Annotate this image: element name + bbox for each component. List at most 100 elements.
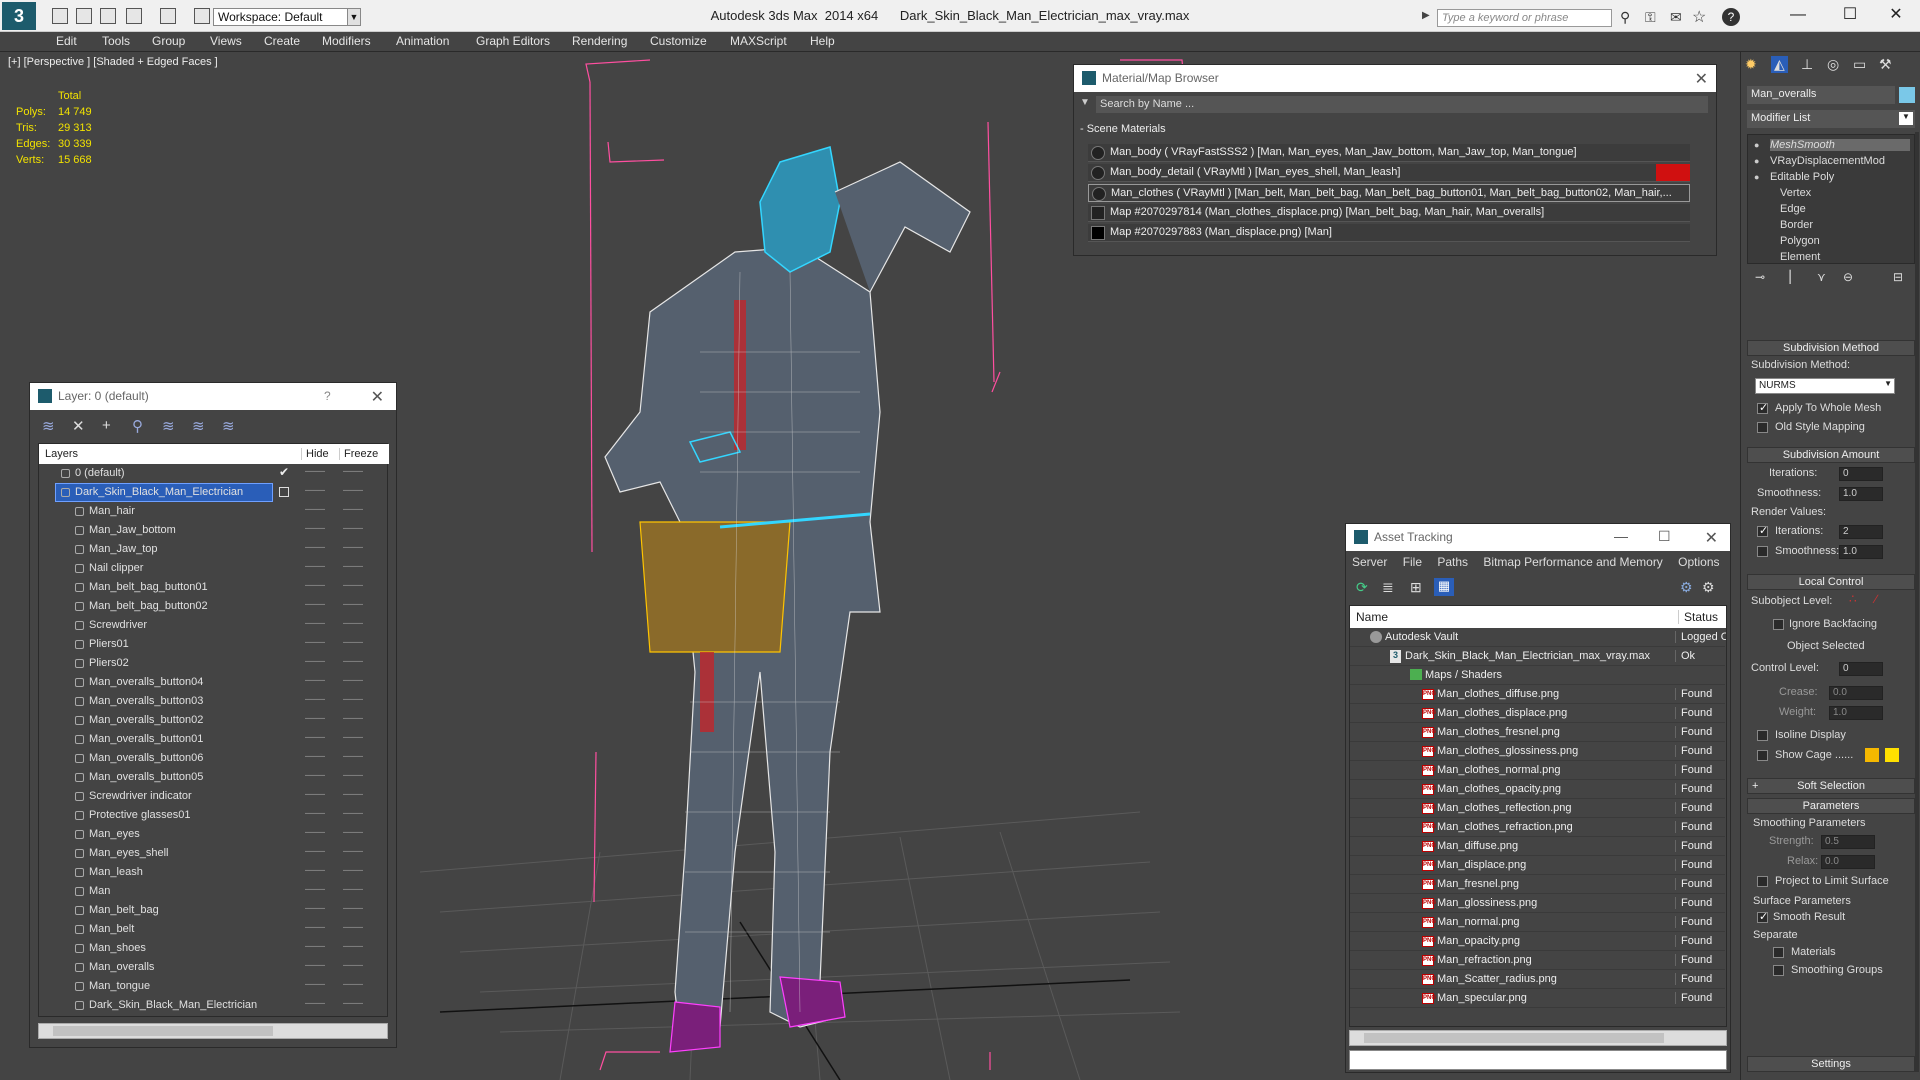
edge-level-icon[interactable]: ∕ bbox=[1875, 592, 1877, 606]
hide-toggle[interactable]: —— bbox=[305, 732, 325, 743]
asset-row[interactable]: PNG Man_clothes_fresnel.png Found bbox=[1350, 723, 1725, 742]
binoculars-icon[interactable]: ⚲ bbox=[1620, 9, 1630, 26]
object-name-field[interactable]: Man_overalls bbox=[1747, 86, 1895, 104]
scroll-thumb[interactable] bbox=[1364, 1033, 1664, 1043]
asset-row[interactable]: PNG Man_normal.png Found bbox=[1350, 913, 1725, 932]
hide-toggle[interactable]: —— bbox=[305, 675, 325, 686]
menu-modifiers[interactable]: Modifiers bbox=[322, 34, 371, 48]
command-panel-scrollbar[interactable] bbox=[1915, 132, 1919, 1072]
isoline-display-checkbox[interactable] bbox=[1757, 730, 1768, 741]
scroll-thumb[interactable] bbox=[53, 1026, 273, 1036]
asset-row[interactable]: PNG Man_refraction.png Found bbox=[1350, 951, 1725, 970]
layer-row[interactable]: Man_overalls_button03 —— —— bbox=[39, 692, 383, 711]
communication-icon[interactable]: ✉ bbox=[1670, 9, 1682, 26]
crease-spinner[interactable]: 0.0 bbox=[1829, 686, 1883, 700]
asset-row[interactable]: PNG Man_clothes_diffuse.png Found bbox=[1350, 685, 1725, 704]
make-unique-icon[interactable]: ⋎ bbox=[1817, 270, 1826, 284]
render-iterations-checkbox[interactable] bbox=[1757, 524, 1768, 537]
menu-edit[interactable]: Edit bbox=[56, 34, 77, 48]
minimize-button[interactable]: — bbox=[1778, 4, 1818, 26]
freeze-toggle[interactable]: —— bbox=[343, 466, 363, 477]
hide-toggle[interactable]: —— bbox=[305, 618, 325, 629]
relax-spinner[interactable]: 0.0 bbox=[1821, 855, 1875, 869]
freeze-toggle[interactable]: —— bbox=[343, 732, 363, 743]
menu-options[interactable]: Options bbox=[1678, 555, 1719, 569]
hide-toggle[interactable]: —— bbox=[305, 884, 325, 895]
layer-row[interactable]: Dark_Skin_Black_Man_Electrician —— —— bbox=[39, 996, 383, 1015]
active-layer-check-icon[interactable]: ✔ bbox=[279, 465, 289, 479]
layer-row[interactable]: Dark_Skin_Black_Man_Electrician —— —— bbox=[39, 483, 383, 502]
vertex-level-icon[interactable]: ∴ bbox=[1849, 592, 1857, 606]
freeze-toggle[interactable]: —— bbox=[343, 713, 363, 724]
modifier-stack-item[interactable]: Vertex bbox=[1780, 187, 1811, 199]
layer-row[interactable]: Man_Jaw_top —— —— bbox=[39, 540, 383, 559]
freeze-toggle[interactable]: —— bbox=[343, 808, 363, 819]
asset-scrollbar[interactable] bbox=[1349, 1030, 1727, 1046]
separate-smoothing-groups-checkbox[interactable] bbox=[1773, 965, 1784, 976]
ignore-backfacing-checkbox[interactable] bbox=[1773, 619, 1784, 630]
layer-row[interactable]: Man_overalls_button06 —— —— bbox=[39, 749, 383, 768]
modifier-stack-item[interactable]: Edge bbox=[1780, 203, 1806, 215]
highlight-layer-icon[interactable]: ≋ bbox=[162, 417, 175, 435]
column-hide[interactable]: Hide bbox=[301, 448, 329, 460]
asset-row[interactable]: PNG Man_clothes_displace.png Found bbox=[1350, 704, 1725, 723]
layer-row[interactable]: Man_tongue —— —— bbox=[39, 977, 383, 996]
help-icon[interactable]: ⚙ bbox=[1680, 579, 1693, 596]
show-end-result-icon[interactable]: ⎮ bbox=[1787, 270, 1793, 284]
hide-toggle[interactable]: —— bbox=[305, 542, 325, 553]
menu-graph-editors[interactable]: Graph Editors bbox=[476, 34, 550, 48]
layer-row[interactable]: ✔ 0 (default) —— —— bbox=[39, 464, 383, 483]
close-icon[interactable]: ✕ bbox=[1705, 528, 1718, 548]
material-search-input[interactable]: Search by Name ... bbox=[1096, 96, 1708, 113]
horizontal-scrollbar[interactable] bbox=[38, 1023, 388, 1039]
modifier-toggle-icon[interactable]: ● bbox=[1754, 156, 1759, 166]
control-level-spinner[interactable]: 0 bbox=[1839, 662, 1883, 676]
modify-tab-icon[interactable]: ◭ bbox=[1771, 56, 1788, 73]
render-iterations-spinner[interactable]: 2 bbox=[1839, 525, 1883, 539]
asset-row[interactable]: PNG Man_specular.png Found bbox=[1350, 989, 1725, 1008]
menu-customize[interactable]: Customize bbox=[650, 34, 707, 48]
layer-row[interactable]: Man_Jaw_bottom —— —— bbox=[39, 521, 383, 540]
app-logo-icon[interactable]: 3 bbox=[2, 2, 36, 30]
hide-toggle[interactable]: —— bbox=[305, 523, 325, 534]
modifier-stack-item[interactable]: Border bbox=[1780, 219, 1813, 231]
column-freeze[interactable]: Freeze bbox=[339, 448, 378, 460]
display-tab-icon[interactable]: ▭ bbox=[1853, 56, 1866, 73]
layer-row[interactable]: Man_overalls —— —— bbox=[39, 958, 383, 977]
hide-toggle[interactable]: —— bbox=[305, 637, 325, 648]
new-file-icon[interactable] bbox=[52, 8, 68, 24]
modifier-toggle-icon[interactable]: ● bbox=[1754, 172, 1759, 182]
freeze-toggle[interactable]: —— bbox=[343, 751, 363, 762]
asset-row[interactable]: Autodesk Vault Logged O bbox=[1350, 628, 1726, 647]
favorites-star-icon[interactable]: ☆ bbox=[1692, 7, 1706, 27]
layer-row[interactable]: Man_hair —— —— bbox=[39, 502, 383, 521]
hide-all-icon[interactable]: ≋ bbox=[192, 417, 205, 435]
configure-sets-icon[interactable]: ⊟ bbox=[1893, 270, 1903, 284]
hide-toggle[interactable]: —— bbox=[305, 998, 325, 1009]
freeze-toggle[interactable]: —— bbox=[343, 960, 363, 971]
layer-row[interactable]: Man_belt_bag_button01 —— —— bbox=[39, 578, 383, 597]
freeze-toggle[interactable]: —— bbox=[343, 523, 363, 534]
local-control-rollout[interactable]: Local Control bbox=[1747, 574, 1915, 590]
layer-row[interactable]: Man_overalls_button04 —— —— bbox=[39, 673, 383, 692]
table-view-icon[interactable]: ▦ bbox=[1434, 578, 1454, 596]
freeze-toggle[interactable]: —— bbox=[343, 979, 363, 990]
modifier-stack-item[interactable]: Element bbox=[1780, 251, 1820, 263]
asset-row[interactable]: PNG Man_displace.png Found bbox=[1350, 856, 1725, 875]
asset-row[interactable]: PNG Man_diffuse.png Found bbox=[1350, 837, 1725, 856]
freeze-toggle[interactable]: —— bbox=[343, 770, 363, 781]
current-layer-toggle[interactable] bbox=[279, 487, 289, 497]
freeze-toggle[interactable]: —— bbox=[343, 903, 363, 914]
modifier-stack-item[interactable]: Editable Poly bbox=[1770, 171, 1834, 183]
layer-row[interactable]: Screwdriver —— —— bbox=[39, 616, 383, 635]
freeze-toggle[interactable]: —— bbox=[343, 656, 363, 667]
add-to-layer-icon[interactable]: + bbox=[102, 417, 111, 434]
list-view-icon[interactable]: ≣ bbox=[1382, 579, 1394, 596]
asset-row[interactable]: PNG Man_clothes_refraction.png Found bbox=[1350, 818, 1725, 837]
hide-toggle[interactable]: —— bbox=[305, 770, 325, 781]
menu-maxscript[interactable]: MAXScript bbox=[730, 34, 787, 48]
show-cage-checkbox[interactable] bbox=[1757, 750, 1768, 761]
separate-materials-checkbox[interactable] bbox=[1773, 947, 1784, 958]
strength-spinner[interactable]: 0.5 bbox=[1821, 835, 1875, 849]
freeze-toggle[interactable]: —— bbox=[343, 998, 363, 1009]
